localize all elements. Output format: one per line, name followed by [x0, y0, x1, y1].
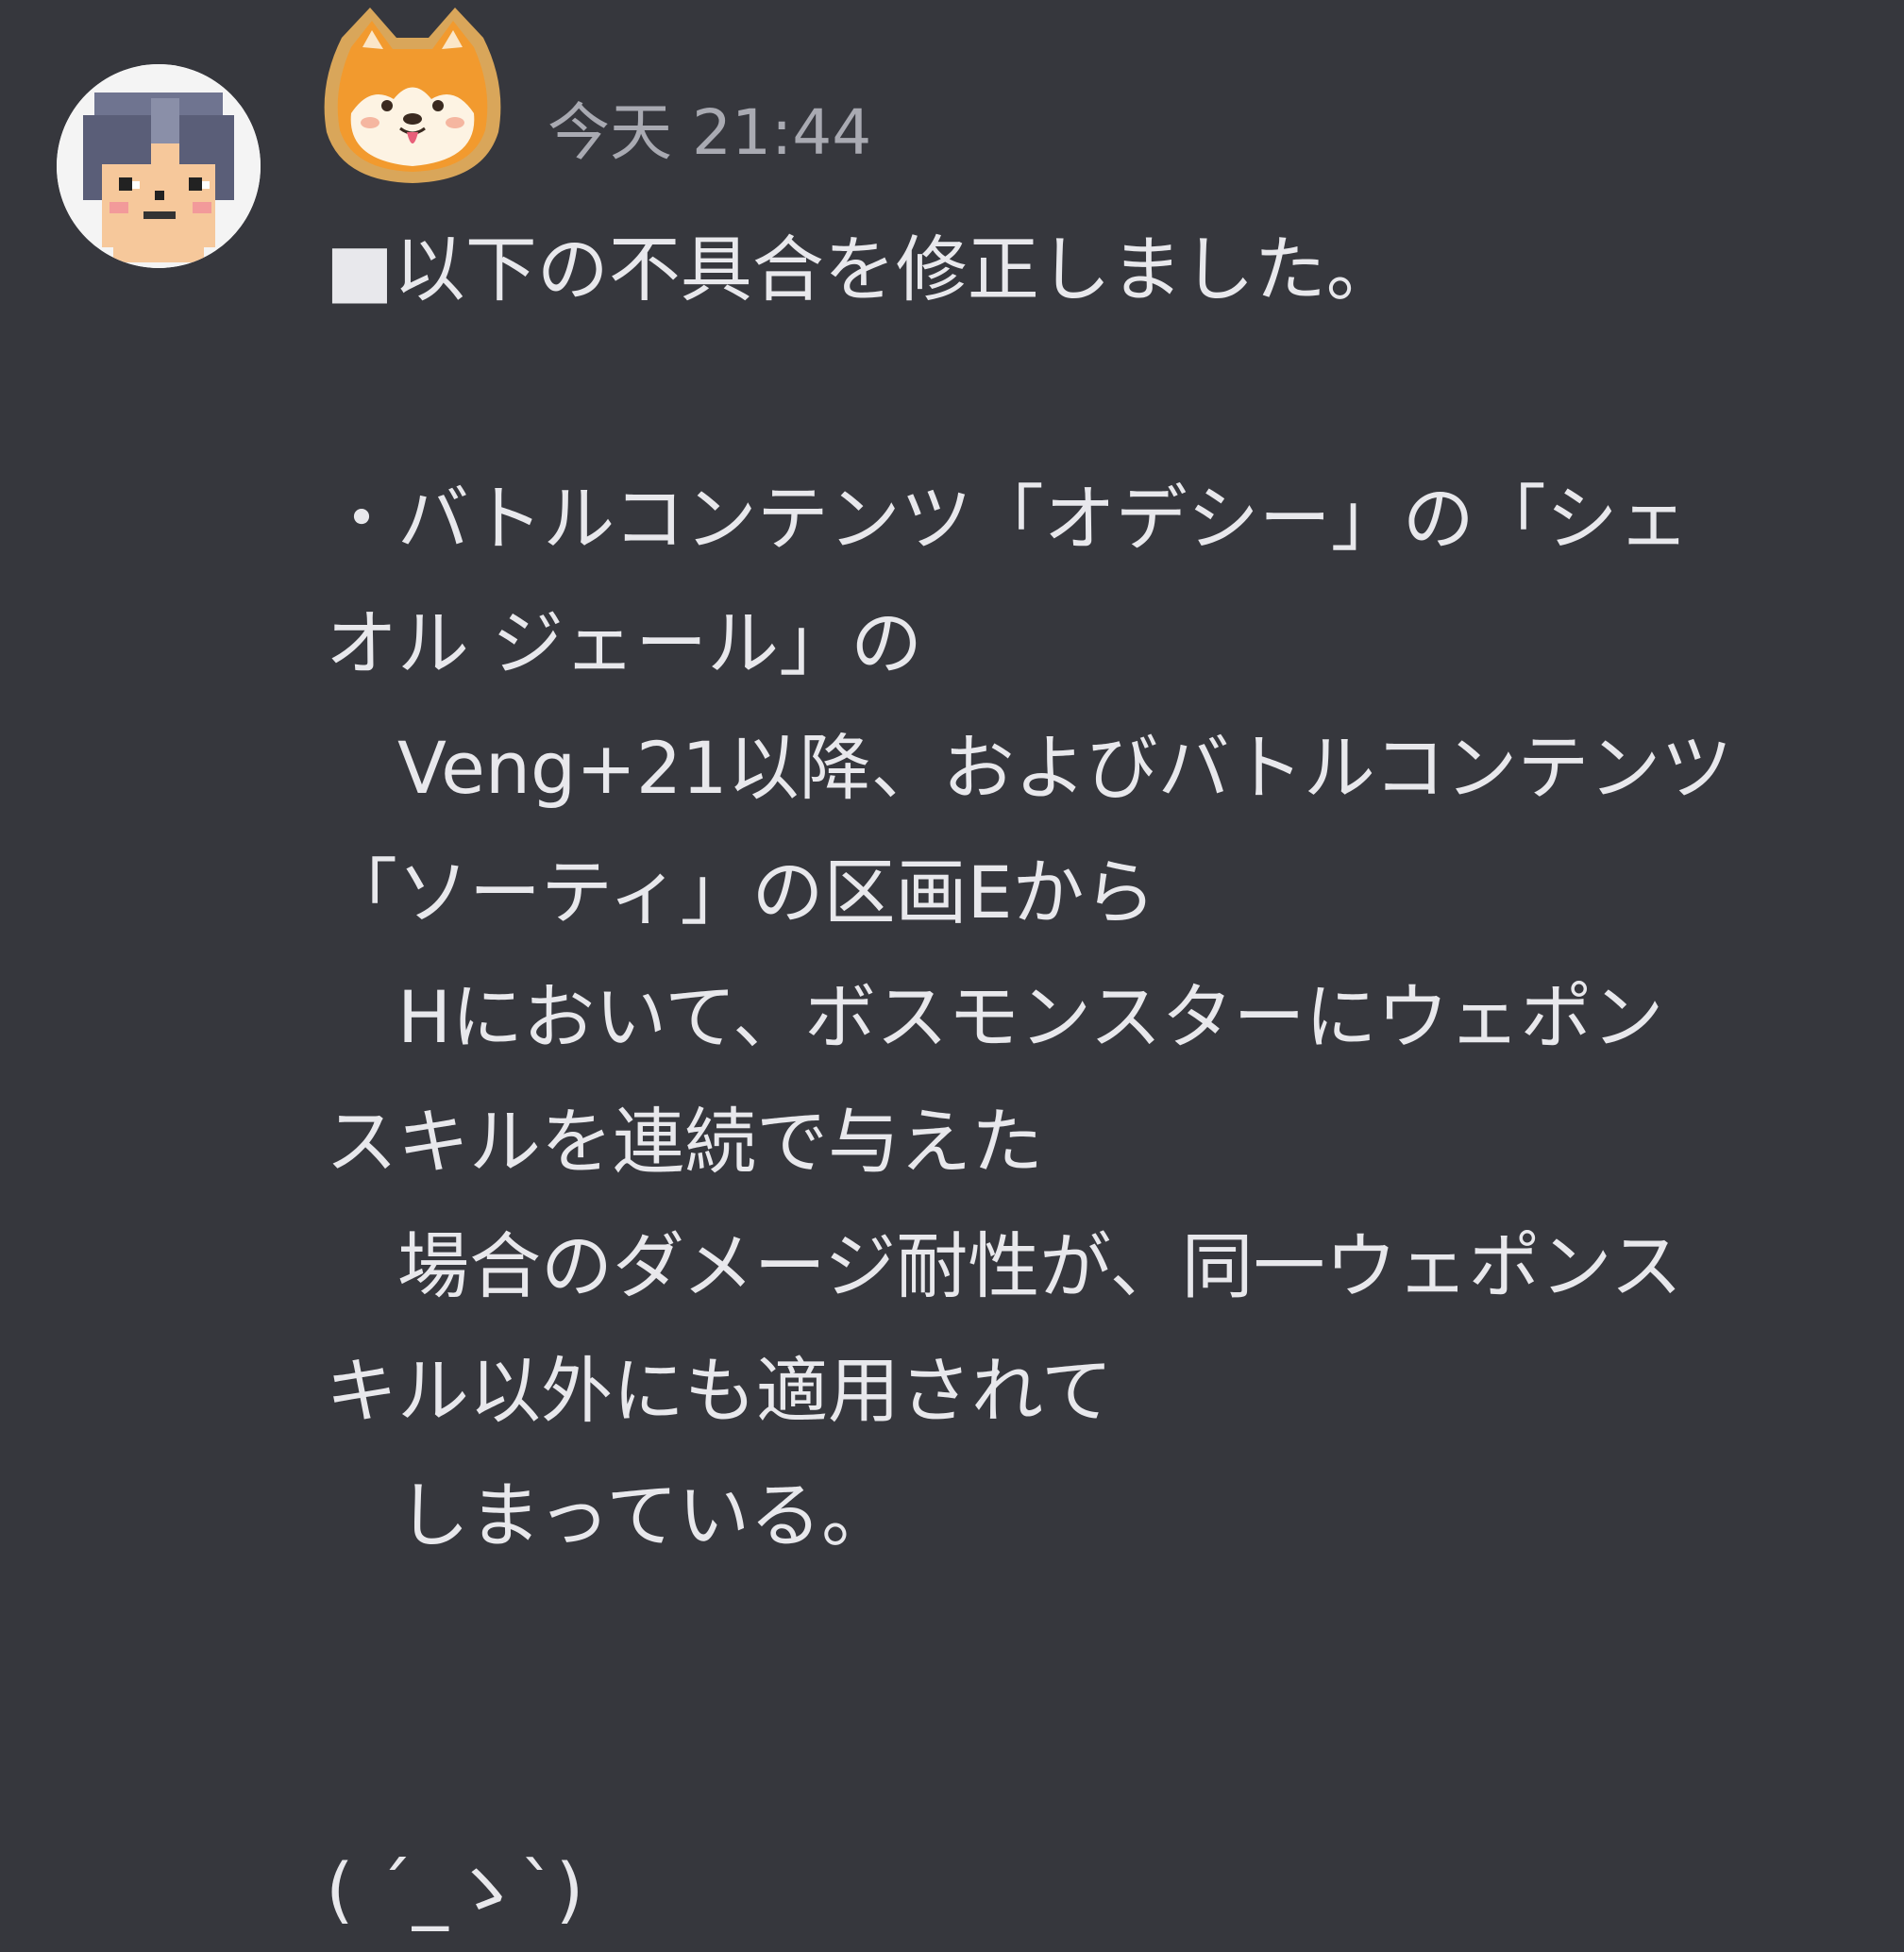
message-line: オル ジェール」の: [326, 601, 923, 685]
user-avatar[interactable]: [57, 64, 261, 268]
message-line: ■以下の不具合を修正しました。: [326, 227, 1398, 311]
shiba-dog-badge-icon: [324, 8, 501, 183]
message-line: [326, 332, 1855, 457]
kaomoji-line: ( ´_ゝ`): [326, 1847, 584, 1931]
message-line: [326, 1578, 1855, 1703]
message-line: しまっている。: [326, 1473, 894, 1557]
message-line: キル以外にも適用されて: [326, 1349, 1113, 1433]
pixel-character-avatar-icon: [57, 64, 261, 268]
message-line: [326, 1703, 1855, 1827]
message-line: 「ソーティ」の区画Eから: [326, 850, 1156, 934]
message-body: ■以下の不具合を修正しました。 ・バトルコンテンツ「オデシー」の「シェ オル ジ…: [326, 208, 1855, 1952]
message-line: Hにおいて、ボスモンスターにウェポン: [326, 975, 1664, 1059]
message-line: ・バトルコンテンツ「オデシー」の「シェ: [326, 477, 1690, 561]
message-line: Veng+21以降、およびバトルコンテンツ: [326, 726, 1733, 810]
message-line: 場合のダメージ耐性が、同一ウェポンス: [326, 1224, 1683, 1308]
message-timestamp: 今天 21:44: [548, 96, 872, 169]
chat-message: 今天 21:44 ■以下の不具合を修正しました。 ・バトルコンテンツ「オデシー」…: [0, 0, 1904, 1933]
message-line: スキルを連続で与えた: [326, 1100, 1043, 1184]
shiba-dog-badge[interactable]: [313, 0, 512, 189]
